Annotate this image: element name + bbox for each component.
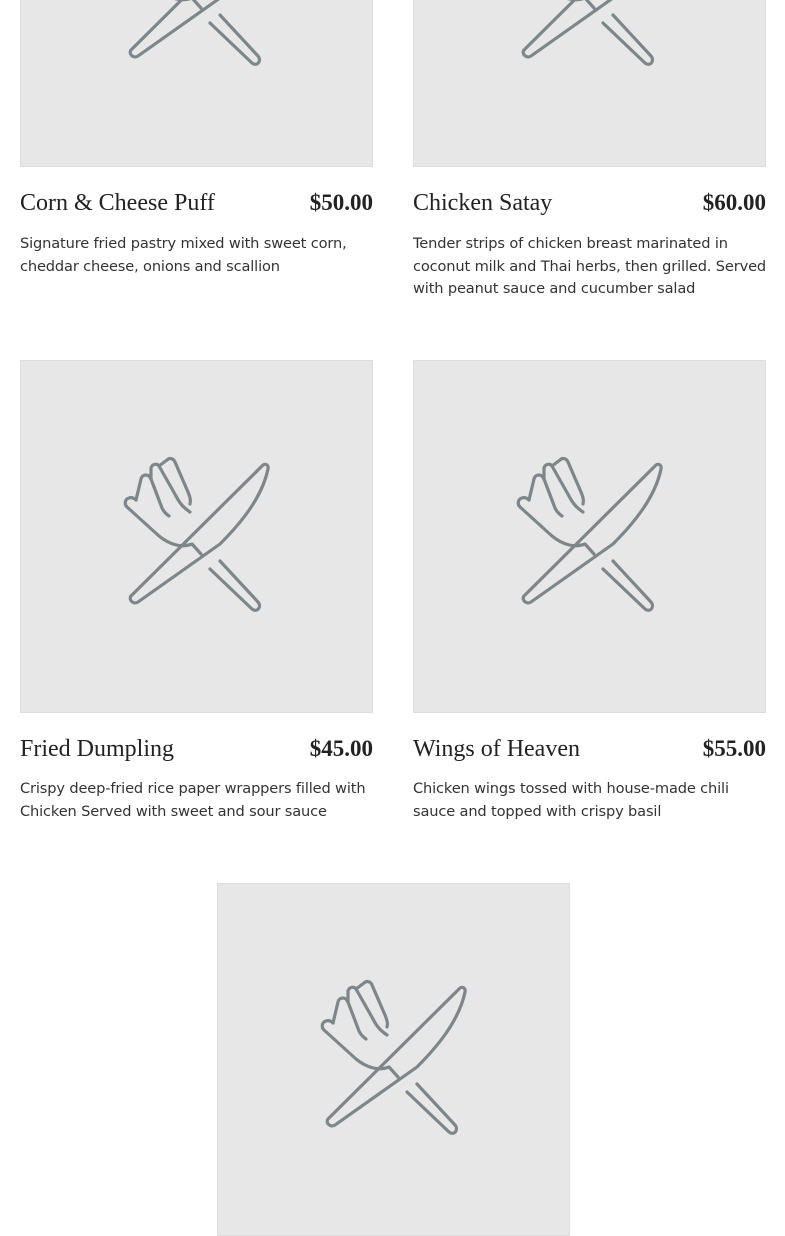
menu-item-price: $50.00 [309, 190, 373, 215]
menu-item-price: $45.00 [309, 736, 373, 761]
menu-item-price: $55.00 [702, 736, 766, 761]
fork-knife-icon [123, 456, 270, 612]
fork-knife-icon [320, 979, 467, 1135]
menu-item-image[interactable] [20, 360, 373, 713]
menu-item-name: Chicken Satay [413, 190, 553, 216]
menu-item-name: Fried Dumpling [20, 736, 174, 762]
menu-item-price: $60.00 [702, 190, 766, 215]
fork-knife-icon [516, 0, 663, 66]
menu-item-description: Crispy deep-fried rice paper wrappers fi… [20, 780, 366, 820]
menu-item-image[interactable] [413, 360, 766, 713]
menu-item-image[interactable] [413, 0, 766, 167]
menu-item-description: Chicken wings tossed with house-made chi… [413, 780, 729, 820]
fork-knife-icon [123, 0, 270, 66]
menu-item-description: Tender strips of chicken breast marinate… [413, 235, 767, 297]
menu-item-image[interactable] [217, 883, 570, 1236]
menu-item-name: Wings of Heaven [413, 736, 580, 762]
menu-item-name: Corn & Cheese Puff [20, 190, 215, 216]
menu-item-description: Signature fried pastry mixed with sweet … [20, 235, 347, 275]
menu-item-image[interactable] [20, 0, 373, 167]
fork-knife-icon [516, 456, 663, 612]
